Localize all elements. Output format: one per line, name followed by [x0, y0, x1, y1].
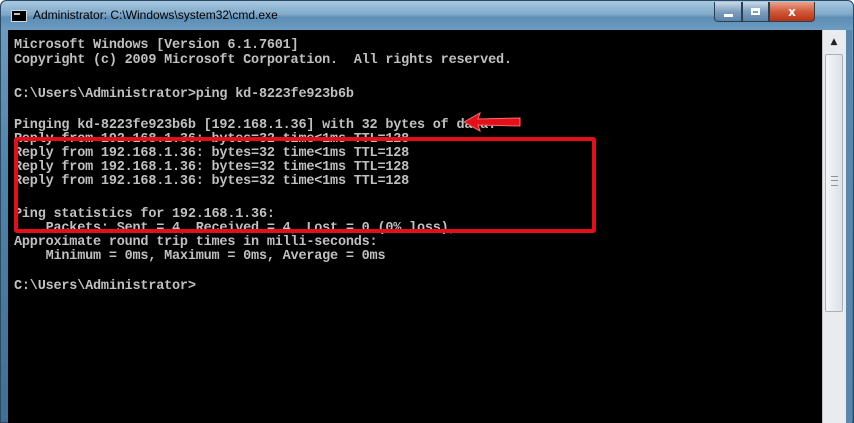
- scroll-up-icon[interactable]: ▲: [825, 33, 843, 51]
- vertical-scrollbar[interactable]: ▲: [822, 30, 847, 423]
- console-line: Pinging kd-8223fe923b6b [192.168.1.36] w…: [14, 118, 496, 133]
- command-line: C:\Users\Administrator>ping kd-8223fe923…: [14, 87, 354, 102]
- console-line: Copyright (c) 2009 Microsoft Corporation…: [14, 53, 512, 68]
- minimize-button[interactable]: [714, 2, 742, 22]
- scrollbar-thumb[interactable]: [825, 54, 843, 312]
- highlight-box: [14, 137, 596, 233]
- close-button[interactable]: x: [769, 2, 815, 22]
- title-bar[interactable]: Administrator: C:\Windows\system32\cmd.e…: [1, 1, 853, 31]
- cmd-icon[interactable]: [11, 10, 27, 22]
- minimize-icon: [723, 14, 733, 17]
- close-icon: x: [788, 4, 796, 19]
- console-line: Microsoft Windows [Version 6.1.7601]: [14, 38, 299, 53]
- console-output[interactable]: Microsoft Windows [Version 6.1.7601] Cop…: [8, 30, 822, 423]
- maximize-icon: [751, 8, 760, 15]
- console-line: Minimum = 0ms, Maximum = 0ms, Average = …: [14, 249, 386, 264]
- maximize-button[interactable]: [742, 2, 769, 22]
- console-line: Approximate round trip times in milli-se…: [14, 235, 378, 250]
- red-arrow-icon: [462, 111, 521, 133]
- window-frame: [846, 30, 852, 423]
- window-title: Administrator: C:\Windows\system32\cmd.e…: [33, 8, 278, 22]
- prompt-line: C:\Users\Administrator>: [14, 279, 196, 294]
- grip-icon: [831, 176, 838, 186]
